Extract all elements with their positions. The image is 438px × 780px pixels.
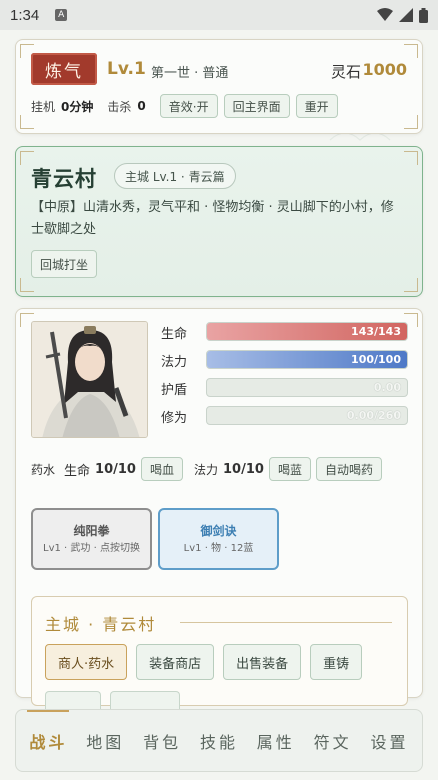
reforge-button[interactable]: 重铸 [310, 644, 363, 680]
status-icons [377, 7, 428, 23]
corner-ornament [404, 115, 418, 129]
potion-row: 药水 生命 10/10 喝血 法力 10/10 喝蓝 自动喝药 [31, 457, 382, 481]
corner-ornament [404, 151, 418, 165]
potion-hp-label: 生命 [64, 463, 91, 479]
skill-card-chunyang[interactable]: 纯阳拳 Lv1 · 武功 · 点按切换 [31, 508, 152, 570]
nav-runes[interactable]: 符文 [314, 710, 352, 771]
character-card: 生命 143/143 法力 100/100 护盾 0.00 修为 0.00/26… [15, 308, 423, 711]
corner-ornament [404, 278, 418, 292]
skill-desc: Lv1 · 物 · 12蓝 [183, 543, 254, 554]
merchant-potion-button[interactable]: 商人·药水 [45, 644, 128, 680]
divider [180, 622, 392, 623]
shield-bar: 0.00 [206, 378, 408, 397]
wifi-icon [377, 8, 393, 21]
auto-potion-button[interactable]: 自动喝药 [315, 457, 382, 481]
home-button[interactable]: 回主界面 [223, 94, 290, 118]
character-portrait [31, 321, 148, 438]
equipment-shop-button[interactable]: 装备商店 [136, 644, 215, 680]
corner-ornament [20, 278, 34, 292]
header-controls: 挂机 0分钟 击杀 0 音效·开 回主界面 重开 [31, 94, 338, 118]
city-button-partial[interactable] [45, 691, 101, 711]
drink-hp-button[interactable]: 喝血 [140, 457, 183, 481]
potion-mp-value: 10/10 [223, 461, 264, 477]
nav-battle[interactable]: 战斗 [27, 710, 70, 771]
hp-value: 143/143 [351, 325, 401, 338]
skill-name: 纯阳拳 [73, 524, 110, 538]
nav-skills[interactable]: 技能 [200, 710, 238, 771]
life-info: 第一世 · 普通 [151, 66, 229, 81]
potion-mp-label: 法力 [193, 462, 218, 477]
city-button-partial[interactable] [110, 691, 180, 711]
city-buttons: 商人·药水 装备商店 出售装备 重铸 [45, 644, 363, 680]
nav-attributes[interactable]: 属性 [257, 710, 295, 771]
location-description: 【中原】山清水秀，灵气平和 · 怪物均衡 · 灵山脚下的小村，修士歇脚之处 [31, 200, 394, 237]
afk-value: 0分钟 [61, 99, 94, 114]
afk-label: 挂机 [31, 99, 56, 114]
spirit-stone-label: 灵石 [330, 63, 361, 81]
status-time: 1:34 [10, 6, 40, 24]
bottom-nav: 战斗 地图 背包 技能 属性 符文 设置 [15, 709, 423, 772]
player-header-card: 炼气 Lv.1 第一世 · 普通 灵石 1000 挂机 0分钟 击杀 0 音效·… [15, 39, 423, 134]
mp-label: 法力 [161, 355, 188, 370]
potion-hp-value: 10/10 [95, 461, 136, 477]
return-meditate-button[interactable]: 回城打坐 [31, 250, 98, 278]
cultivator-avatar [32, 322, 147, 437]
player-level: Lv.1 [107, 59, 146, 79]
location-name: 青云村 [31, 167, 97, 191]
mp-value: 100/100 [351, 353, 401, 366]
location-card: 青云村 主城 Lv.1 · 青云篇 【中原】山清水秀，灵气平和 · 怪物均衡 ·… [15, 146, 423, 297]
hp-label: 生命 [161, 327, 188, 342]
kill-label: 击杀 [107, 99, 132, 114]
battery-icon [419, 7, 428, 23]
nav-map[interactable]: 地图 [86, 710, 124, 771]
hp-bar: 143/143 [206, 322, 408, 341]
skill-name: 御剑诀 [200, 524, 237, 538]
sound-toggle-button[interactable]: 音效·开 [159, 94, 218, 118]
city-panel: 主城 · 青云村 商人·药水 装备商店 出售装备 重铸 [31, 596, 408, 711]
drink-mp-button[interactable]: 喝蓝 [268, 457, 311, 481]
potion-label: 药水 [31, 462, 56, 477]
shield-value: 0.00 [373, 381, 401, 394]
kill-value: 0 [137, 99, 146, 113]
corner-ornament [404, 44, 418, 58]
status-bar: 1:34 A [0, 0, 438, 30]
nav-bag[interactable]: 背包 [143, 710, 181, 771]
cultivation-value: 0.00/260 [346, 409, 401, 422]
cultivation-bar: 0.00/260 [206, 406, 408, 425]
nav-settings[interactable]: 设置 [370, 710, 408, 771]
city-title: 主城 · 青云村 [45, 615, 157, 634]
signal-icon [399, 8, 413, 22]
cultivation-label: 修为 [161, 411, 188, 426]
restart-button[interactable]: 重开 [295, 94, 338, 118]
location-tag: 主城 Lv.1 · 青云篇 [114, 163, 236, 189]
app-notification-icon: A [55, 9, 68, 21]
shield-label: 护盾 [161, 383, 188, 398]
spirit-stone-value: 1000 [362, 60, 407, 79]
mp-bar: 100/100 [206, 350, 408, 369]
skill-desc: Lv1 · 武功 · 点按切换 [43, 543, 140, 554]
sell-equipment-button[interactable]: 出售装备 [223, 644, 302, 680]
realm-badge: 炼气 [31, 53, 97, 85]
skill-card-yujian[interactable]: 御剑诀 Lv1 · 物 · 12蓝 [158, 508, 279, 570]
city-buttons-row2-partial [45, 691, 180, 711]
